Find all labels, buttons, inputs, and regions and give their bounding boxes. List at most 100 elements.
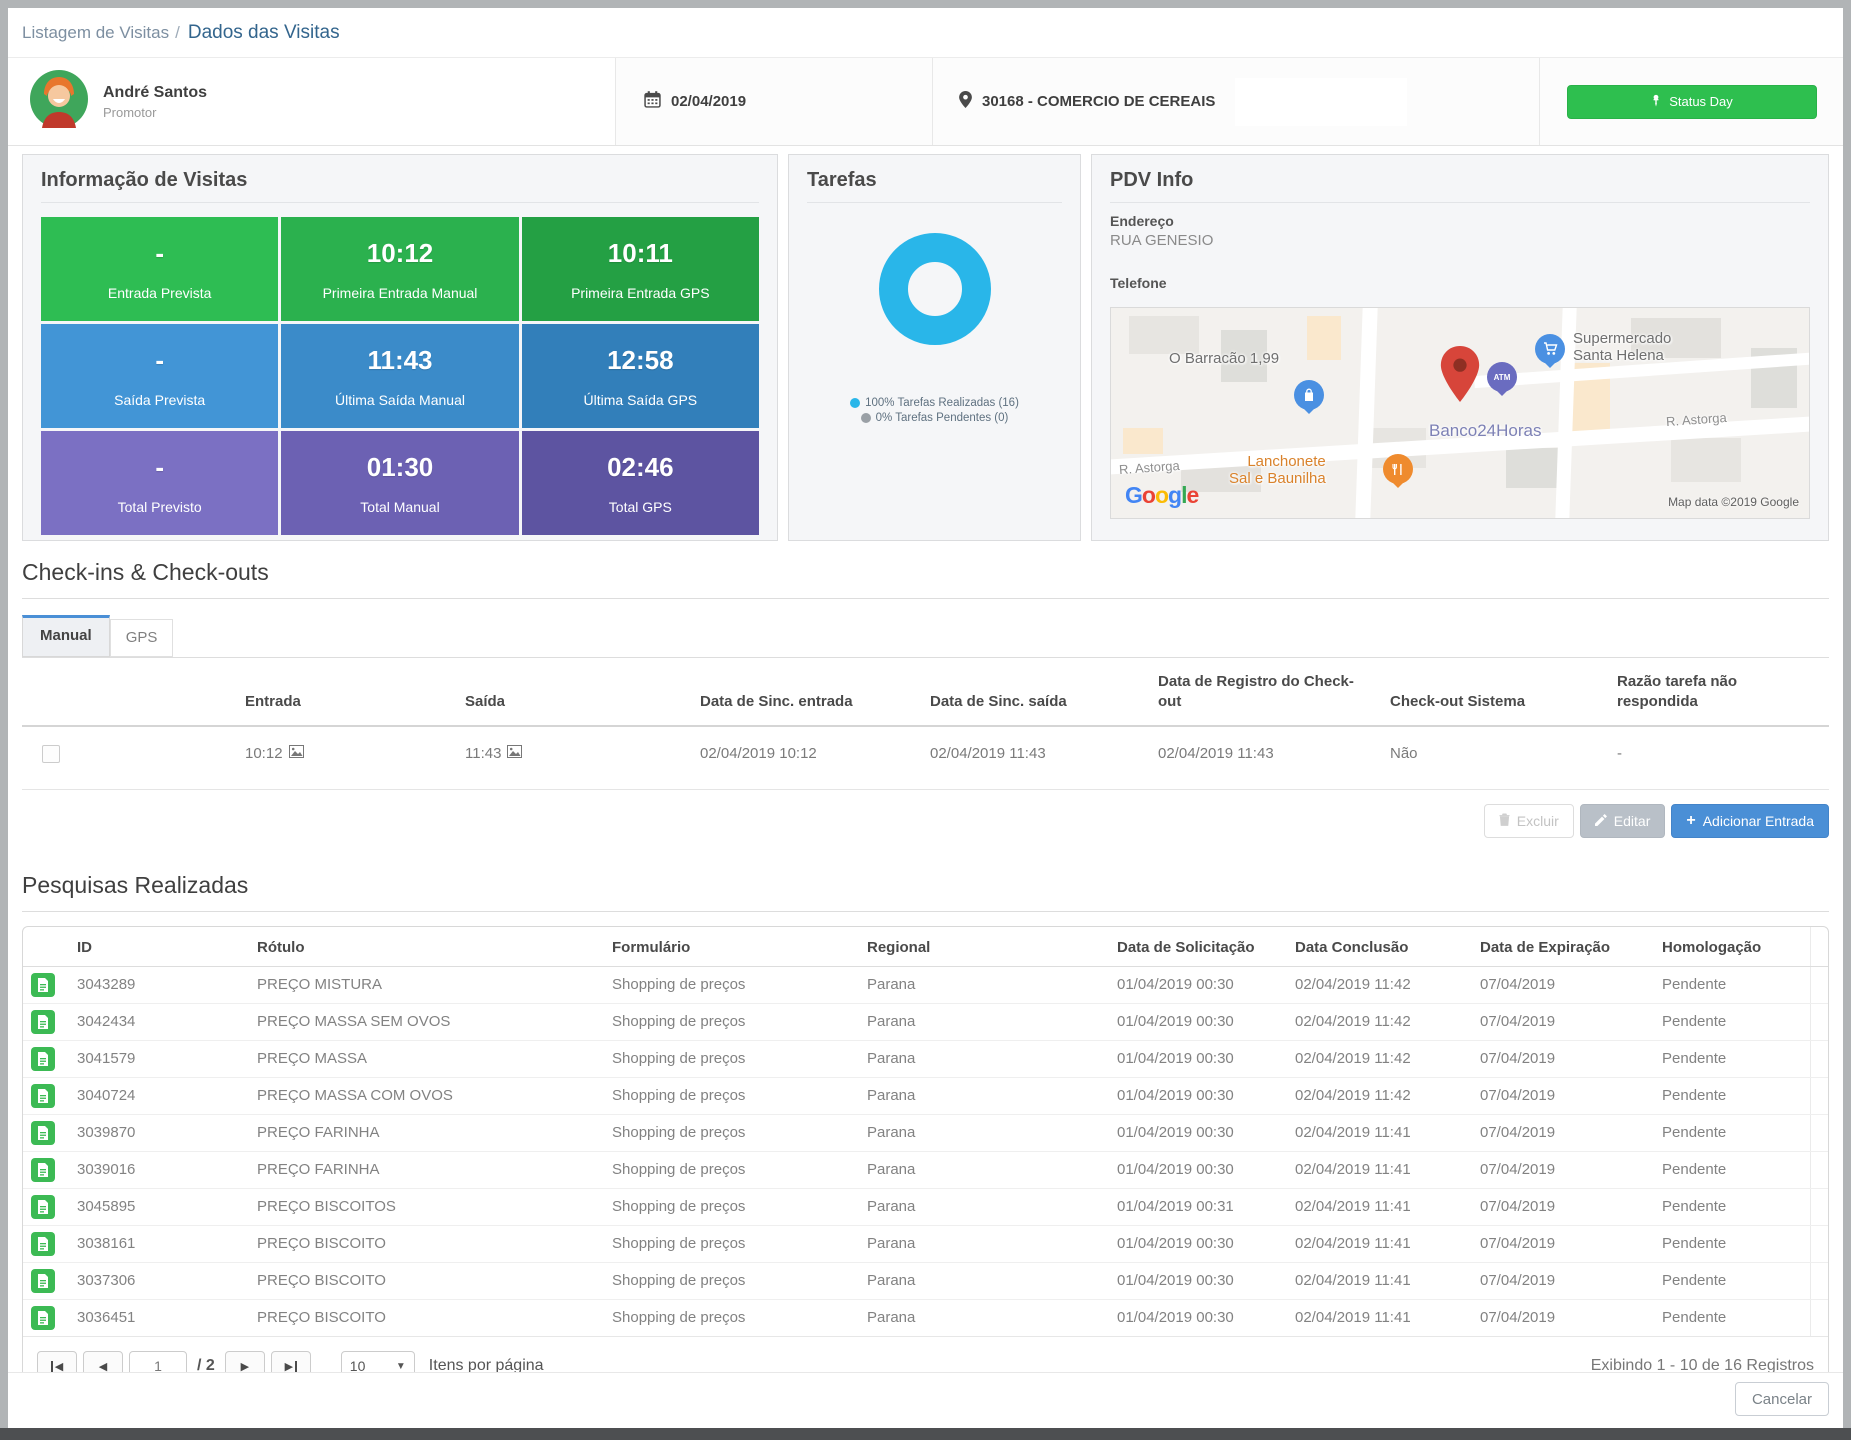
col-formulario: Formulário [604,927,859,967]
survey-row[interactable]: 3036451 PREÇO BISCOITO Shopping de preço… [23,1299,1828,1336]
survey-homologacao: Pendente [1654,1077,1810,1114]
legend-text: 0% Tarefas Pendentes (0) [876,412,1009,424]
survey-expiracao: 07/04/2019 [1472,1040,1654,1077]
status-day-button[interactable]: Status Day [1567,85,1817,119]
survey-id: 3036451 [69,1299,249,1336]
survey-rotulo: PREÇO BISCOITO [249,1299,604,1336]
survey-homologacao: Pendente [1654,1114,1810,1151]
summary-panels: Informação de Visitas - Entrada Prevista… [8,146,1843,541]
pdv-field[interactable]: 30168 - COMERCIO DE CEREAIS [932,58,1539,145]
tab-gps[interactable]: GPS [110,619,174,657]
tile-value: 11:43 [367,345,432,376]
adicionar-entrada-button[interactable]: + Adicionar Entrada [1671,804,1829,838]
tile-value: - [155,345,164,376]
survey-regional: Parana [859,1003,1109,1040]
map-bank-label: Banco24Horas [1429,421,1541,441]
survey-solicitacao: 01/04/2019 00:30 [1109,1151,1287,1188]
surveys-rows: 3043289 PREÇO MISTURA Shopping de preços… [23,966,1828,1336]
surveys-section: Pesquisas Realizadas ID Rótulo Formulári… [8,854,1843,1397]
survey-row[interactable]: 3039870 PREÇO FARINHA Shopping de preços… [23,1114,1828,1151]
survey-conclusao: 02/04/2019 11:42 [1287,966,1472,1003]
survey-homologacao: Pendente [1654,1003,1810,1040]
survey-row[interactable]: 3045895 PREÇO BISCOITOS Shopping de preç… [23,1188,1828,1225]
row-checkbox[interactable] [42,745,60,763]
tile-label: Total Manual [360,499,439,515]
user-role: Promotor [103,105,207,120]
razao-value: - [1609,726,1829,790]
legend-dot [861,413,871,423]
map-market-label: Supermercado Santa Helena [1573,330,1671,365]
survey-rotulo: PREÇO MISTURA [249,966,604,1003]
saida-value: 11:43 [465,745,501,762]
survey-row[interactable]: 3039016 PREÇO FARINHA Shopping de preços… [23,1151,1828,1188]
visit-info-tile: - Total Previsto [41,431,278,535]
surveys-table-container: ID Rótulo Formulário Regional Data de So… [22,926,1829,1397]
col-rotulo: Rótulo [249,927,604,967]
col-entrada: Entrada [237,658,457,726]
survey-formulario: Shopping de preços [604,1003,859,1040]
tab-manual[interactable]: Manual [22,615,110,657]
survey-formulario: Shopping de preços [604,966,859,1003]
survey-formulario: Shopping de preços [604,1225,859,1262]
tile-value: 01:30 [367,452,434,483]
survey-row[interactable]: 3040724 PREÇO MASSA COM OVOS Shopping de… [23,1077,1828,1114]
status-day-label: Status Day [1669,94,1733,109]
address-value: RUA GENESIO [1110,232,1810,249]
legend-text: 100% Tarefas Realizadas (16) [865,397,1019,409]
survey-conclusao: 02/04/2019 11:42 [1287,1077,1472,1114]
survey-row[interactable]: 3038161 PREÇO BISCOITO Shopping de preço… [23,1225,1828,1262]
tile-label: Saída Prevista [114,392,205,408]
survey-solicitacao: 01/04/2019 00:30 [1109,966,1287,1003]
survey-row[interactable]: 3042434 PREÇO MASSA SEM OVOS Shopping de… [23,1003,1828,1040]
user-text: André Santos Promotor [103,84,207,120]
col-solicitacao: Data de Solicitação [1109,927,1287,967]
breadcrumb-parent-link[interactable]: Listagem de Visitas [22,23,169,43]
map-road [1355,307,1378,519]
survey-formulario: Shopping de preços [604,1077,859,1114]
survey-conclusao: 02/04/2019 11:41 [1287,1299,1472,1336]
col-conclusao: Data Conclusão [1287,927,1472,967]
tile-value: 10:11 [608,238,673,269]
survey-homologacao: Pendente [1654,1299,1810,1336]
tile-label: Primeira Entrada Manual [323,285,478,301]
tile-value: - [155,452,164,483]
photo-icon[interactable] [507,745,522,762]
excluir-button[interactable]: Excluir [1484,804,1574,838]
survey-id: 3039016 [69,1151,249,1188]
survey-row[interactable]: 3041579 PREÇO MASSA Shopping de preços P… [23,1040,1828,1077]
visit-info-tile: - Entrada Prevista [41,217,278,321]
col-saida: Saída [457,658,692,726]
survey-row[interactable]: 3037306 PREÇO BISCOITO Shopping de preço… [23,1262,1828,1299]
shopping-bag-pin-icon [1294,380,1324,410]
checkins-tabs: Manual GPS [22,615,1829,657]
document-icon [31,1158,55,1182]
visit-info-tile: 12:58 Última Saída GPS [522,324,759,428]
survey-id: 3045895 [69,1188,249,1225]
plus-icon: + [1686,812,1695,830]
pdv-details: Endereço RUA GENESIO Telefone [1092,203,1828,291]
photo-icon[interactable] [289,745,304,762]
survey-solicitacao: 01/04/2019 00:31 [1109,1188,1287,1225]
survey-id: 3040724 [69,1077,249,1114]
col-sinc-entrada: Data de Sinc. entrada [692,658,922,726]
checkin-row: 10:12 11:43 02/04/2019 10:12 02/04/2019 … [22,726,1829,790]
cart-pin-icon [1535,334,1565,364]
survey-row[interactable]: 3043289 PREÇO MISTURA Shopping de preços… [23,966,1828,1003]
survey-conclusao: 02/04/2019 11:41 [1287,1188,1472,1225]
visit-info-title: Informação de Visitas [41,155,759,203]
cancel-button[interactable]: Cancelar [1735,1382,1829,1416]
survey-rotulo: PREÇO MASSA [249,1040,604,1077]
editar-button[interactable]: Editar [1580,804,1666,838]
document-icon [31,1084,55,1108]
survey-expiracao: 07/04/2019 [1472,1114,1654,1151]
survey-rotulo: PREÇO BISCOITOS [249,1188,604,1225]
survey-conclusao: 02/04/2019 11:42 [1287,1040,1472,1077]
document-icon [31,1269,55,1293]
restaurant-pin-icon [1383,454,1413,484]
visit-date-field[interactable]: 02/04/2019 [615,58,932,145]
survey-expiracao: 07/04/2019 [1472,966,1654,1003]
document-icon [31,1195,55,1219]
pdv-map[interactable]: O Barracão 1,99 ATM Supermercado [1110,307,1810,519]
window-bottom-edge [0,1428,1851,1440]
google-logo: Google [1125,482,1198,509]
